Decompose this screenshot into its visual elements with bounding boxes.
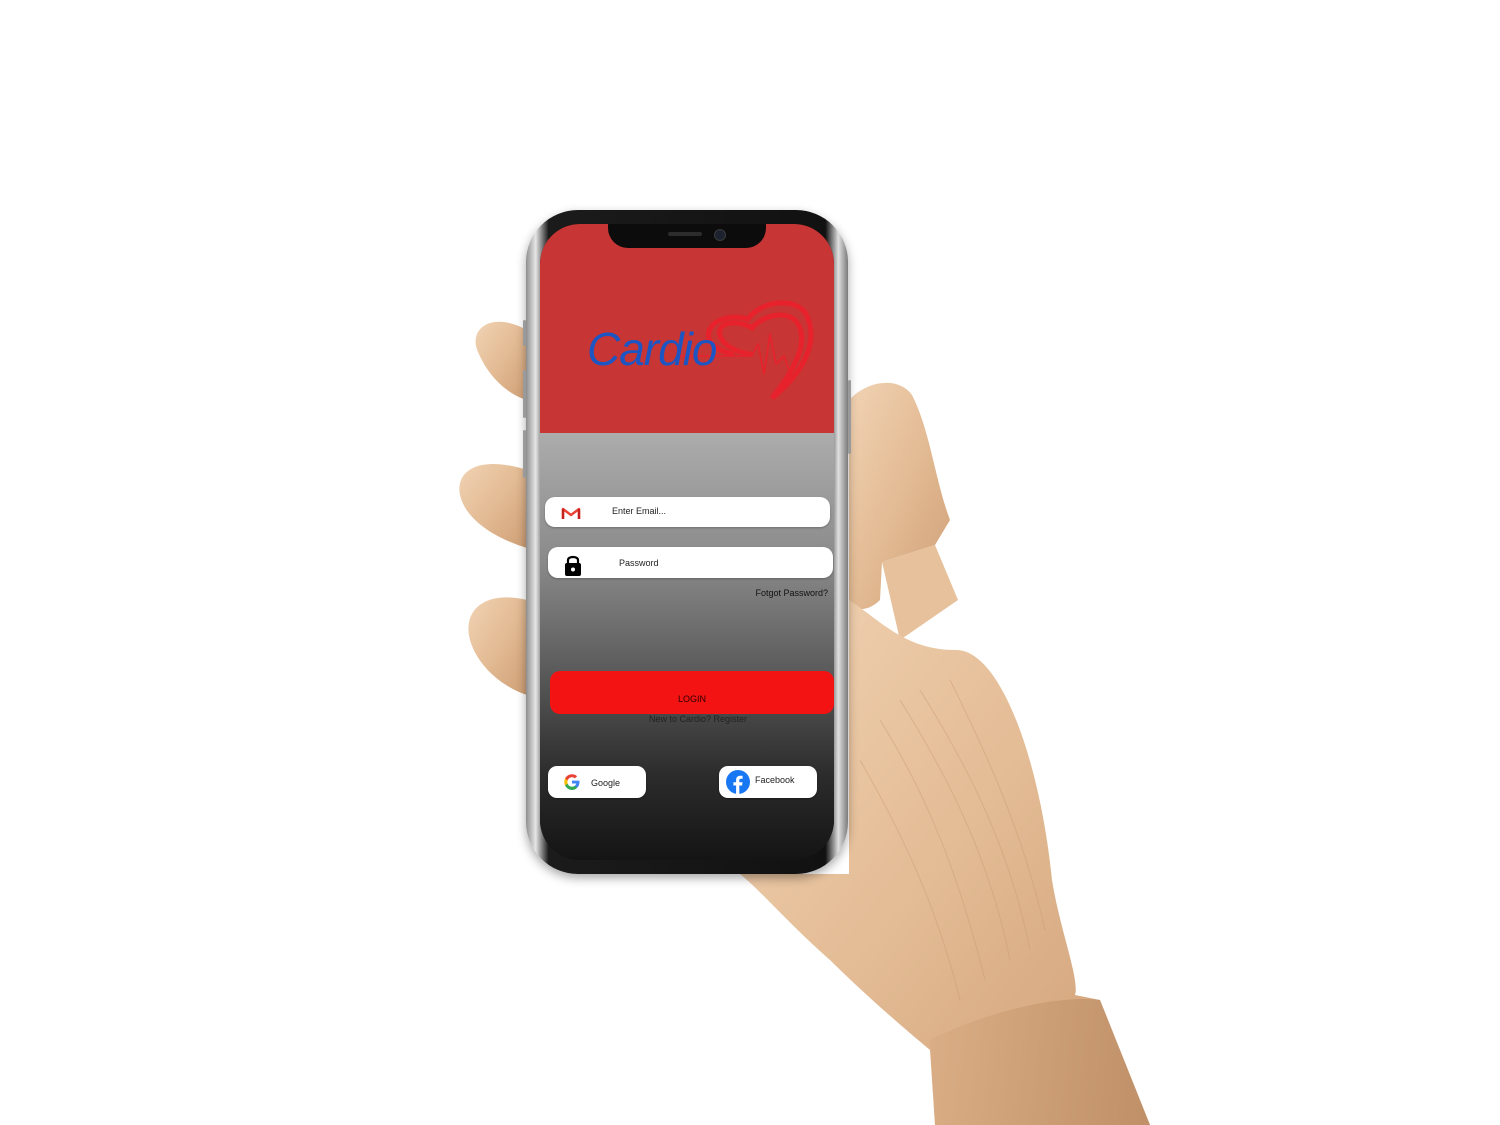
volume-up-button (523, 370, 526, 418)
email-placeholder: Enter Email... (612, 506, 667, 516)
google-label: Google (591, 778, 621, 788)
volume-down-button (523, 430, 526, 478)
facebook-signin-button[interactable]: Facebook (719, 766, 817, 798)
gmail-icon (561, 507, 581, 519)
phone-mockup: Cardio Enter Email... Password Fotgot Pa… (523, 210, 851, 874)
front-camera (714, 229, 726, 241)
login-button[interactable]: LOGIN (550, 671, 834, 714)
google-icon (564, 774, 580, 790)
power-button (848, 380, 851, 454)
password-field[interactable]: Password (548, 547, 833, 578)
notch (608, 224, 766, 248)
facebook-icon (726, 770, 750, 794)
mute-switch (523, 320, 526, 346)
password-placeholder: Password (619, 558, 659, 568)
login-button-label: LOGIN (677, 694, 706, 704)
register-link[interactable]: New to Cardio? Register (540, 714, 834, 724)
login-panel: Enter Email... Password Fotgot Password?… (540, 433, 834, 860)
phone-screen: Cardio Enter Email... Password Fotgot Pa… (540, 224, 834, 860)
forgot-password-link[interactable]: Fotgot Password? (755, 588, 828, 598)
email-field[interactable]: Enter Email... (545, 497, 830, 527)
cardio-logo: Cardio (540, 224, 834, 433)
google-signin-button[interactable]: Google (548, 766, 646, 798)
speaker-grille (668, 232, 702, 236)
facebook-label: Facebook (755, 775, 795, 785)
app-header: Cardio (540, 224, 834, 433)
lock-icon (565, 555, 581, 576)
app-name: Cardio (587, 323, 718, 375)
